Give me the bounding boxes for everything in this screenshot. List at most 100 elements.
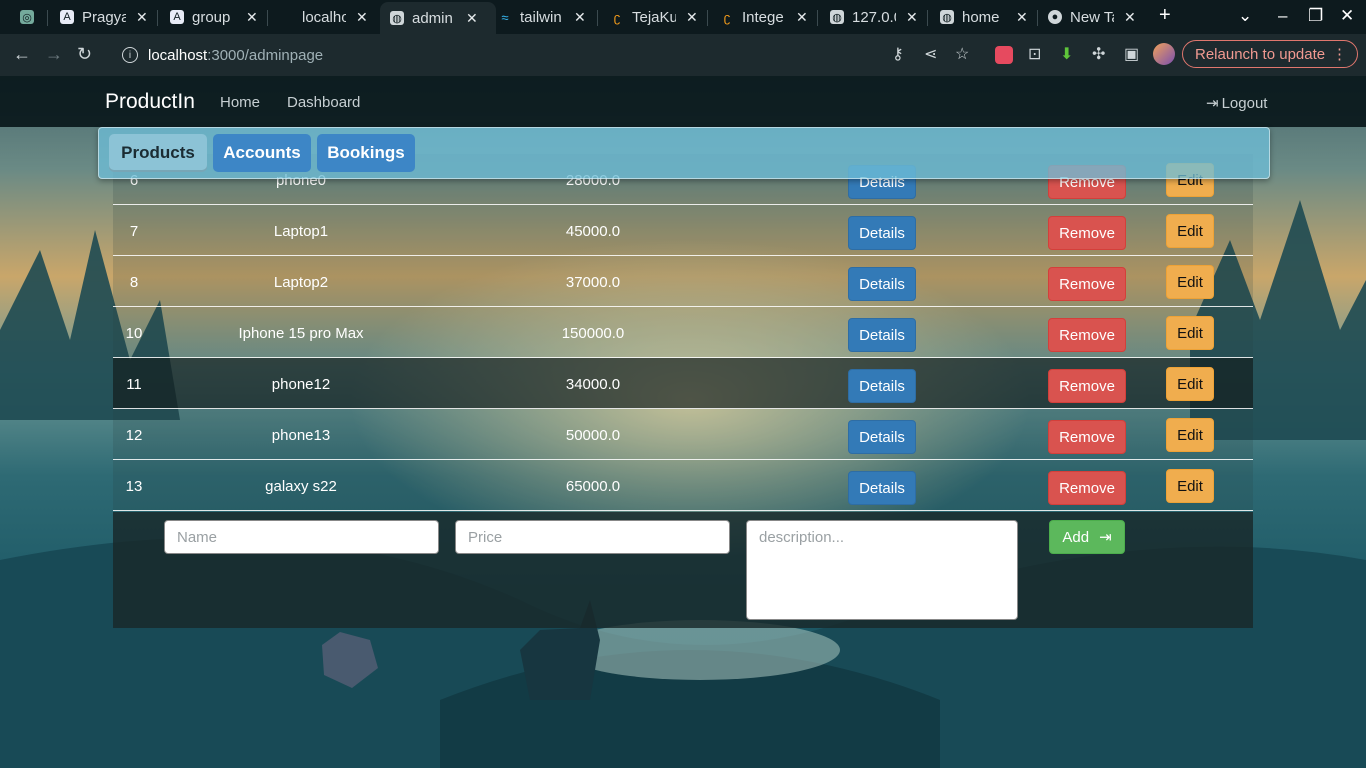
openai-icon: ◎: [20, 10, 34, 24]
close-tab-icon[interactable]: ✕: [136, 9, 148, 26]
details-button[interactable]: Details: [848, 369, 916, 403]
tailwind-icon: ≈: [501, 9, 509, 25]
tab-search-icon[interactable]: ⌄: [1238, 6, 1252, 26]
extension-icon[interactable]: ⊡: [1028, 44, 1041, 64]
browser-tab[interactable]: A Pragya ✕: [60, 4, 148, 30]
close-tab-icon[interactable]: ✕: [246, 9, 258, 26]
product-name: Iphone 15 pro Max: [238, 325, 364, 342]
remove-button[interactable]: Remove: [1048, 420, 1126, 454]
product-name: phone13: [271, 427, 331, 444]
tab-products[interactable]: Products: [109, 134, 207, 172]
remove-button[interactable]: Remove: [1048, 471, 1126, 505]
browser-tab[interactable]: ◍ home ✕: [940, 4, 1028, 30]
browser-tab[interactable]: ◍ 127.0.0 ✕: [830, 4, 918, 30]
details-button[interactable]: Details: [848, 420, 916, 454]
product-name: phone12: [271, 376, 331, 393]
tab-bookings[interactable]: Bookings: [317, 134, 415, 172]
brand-logo[interactable]: ProductIn: [105, 90, 195, 114]
browser-tab[interactable]: ● New Ta ✕: [1048, 4, 1136, 30]
edit-button[interactable]: Edit: [1166, 316, 1214, 350]
tab-separator: [597, 10, 598, 26]
remove-button[interactable]: Remove: [1048, 267, 1126, 301]
close-window-icon[interactable]: ✕: [1340, 6, 1354, 26]
relaunch-update-button[interactable]: Relaunch to update ⋮: [1182, 40, 1358, 68]
details-button[interactable]: Details: [848, 216, 916, 250]
edit-button[interactable]: Edit: [1166, 367, 1214, 401]
browser-tab[interactable]: ≈ tailwin ✕: [498, 4, 586, 30]
product-price: 65000.0: [565, 478, 621, 495]
doc-icon: A: [60, 10, 74, 24]
extension-icon[interactable]: [995, 46, 1013, 64]
forward-icon[interactable]: →: [45, 44, 63, 65]
tab-accounts[interactable]: Accounts: [213, 134, 311, 172]
browser-tab[interactable]: ʗ Intege ✕: [720, 4, 808, 30]
new-tab-button[interactable]: +: [1159, 4, 1171, 27]
logout-link[interactable]: ⇥ Logout: [1206, 94, 1267, 113]
close-tab-icon[interactable]: ✕: [686, 9, 698, 26]
remove-button[interactable]: Remove: [1048, 318, 1126, 352]
reload-icon[interactable]: ↻: [77, 44, 92, 65]
close-tab-icon[interactable]: ✕: [1124, 9, 1136, 26]
edit-button[interactable]: Edit: [1166, 214, 1214, 248]
leetcode-icon: ʗ: [723, 9, 731, 25]
edit-button[interactable]: Edit: [1166, 418, 1214, 452]
nav-home-link[interactable]: Home: [220, 94, 260, 111]
details-button[interactable]: Details: [848, 471, 916, 505]
table-row: 8 Laptop2 37000.0 Details Remove Edit: [113, 256, 1253, 307]
restore-icon[interactable]: ❐: [1308, 6, 1323, 26]
browser-tab[interactable]: ◎: [20, 4, 42, 30]
globe-icon: ◍: [390, 11, 404, 25]
add-product-form: Name Price description... Add ⇥: [113, 512, 1253, 628]
product-price: 50000.0: [565, 427, 621, 444]
admin-tabs-panel: Products Accounts Bookings: [98, 127, 1270, 179]
address-bar[interactable]: i localhost:3000/adminpage: [114, 40, 974, 70]
details-button[interactable]: Details: [848, 267, 916, 301]
product-price: 34000.0: [565, 376, 621, 393]
table-row: 12 phone13 50000.0 Details Remove Edit: [113, 409, 1253, 460]
details-button[interactable]: Details: [848, 318, 916, 352]
password-key-icon[interactable]: ⚷: [892, 44, 904, 64]
edit-button[interactable]: Edit: [1166, 469, 1214, 503]
logout-icon: ⇥: [1206, 95, 1219, 112]
extensions-puzzle-icon[interactable]: ✣: [1092, 44, 1105, 64]
table-row: 13 galaxy s22 65000.0 Details Remove Edi…: [113, 460, 1253, 511]
name-input[interactable]: Name: [164, 520, 439, 554]
app-navbar: [0, 76, 1366, 127]
share-icon[interactable]: ⋖: [924, 44, 937, 64]
close-tab-icon[interactable]: ✕: [574, 9, 586, 26]
nav-dashboard-link[interactable]: Dashboard: [287, 94, 360, 111]
close-tab-icon[interactable]: ✕: [1016, 9, 1028, 26]
remove-button[interactable]: Remove: [1048, 216, 1126, 250]
close-tab-icon[interactable]: ✕: [466, 10, 478, 27]
leetcode-icon: ʗ: [613, 9, 621, 25]
table-row: 7 Laptop1 45000.0 Details Remove Edit: [113, 205, 1253, 256]
side-panel-icon[interactable]: ▣: [1124, 44, 1139, 64]
download-extension-icon[interactable]: ⬇: [1060, 44, 1073, 64]
tab-separator: [817, 10, 818, 26]
site-info-icon[interactable]: i: [122, 47, 138, 63]
globe-icon: ◍: [830, 10, 844, 24]
browser-tab[interactable]: localho ✕: [280, 4, 368, 30]
tab-separator: [707, 10, 708, 26]
close-tab-icon[interactable]: ✕: [906, 9, 918, 26]
add-product-button[interactable]: Add ⇥: [1049, 520, 1125, 554]
description-textarea[interactable]: description...: [746, 520, 1018, 620]
browser-tab-active[interactable]: ◍ admin ✕: [380, 2, 496, 34]
bookmark-star-icon[interactable]: ☆: [955, 44, 969, 64]
remove-button[interactable]: Remove: [1048, 369, 1126, 403]
product-price: 37000.0: [565, 274, 621, 291]
product-id: 10: [125, 325, 143, 342]
edit-button[interactable]: Edit: [1166, 265, 1214, 299]
close-tab-icon[interactable]: ✕: [796, 9, 808, 26]
sign-in-arrow-icon: ⇥: [1099, 529, 1112, 546]
product-name: Laptop2: [273, 274, 329, 291]
browser-tab[interactable]: A group ✕: [170, 4, 258, 30]
price-input[interactable]: Price: [455, 520, 730, 554]
browser-tab[interactable]: ʗ TejaKu ✕: [610, 4, 698, 30]
product-name: Laptop1: [273, 223, 329, 240]
product-id: 8: [129, 274, 139, 291]
profile-avatar[interactable]: [1153, 43, 1175, 65]
close-tab-icon[interactable]: ✕: [356, 9, 368, 26]
minimize-icon[interactable]: –: [1278, 6, 1287, 26]
back-icon[interactable]: ←: [13, 44, 31, 65]
